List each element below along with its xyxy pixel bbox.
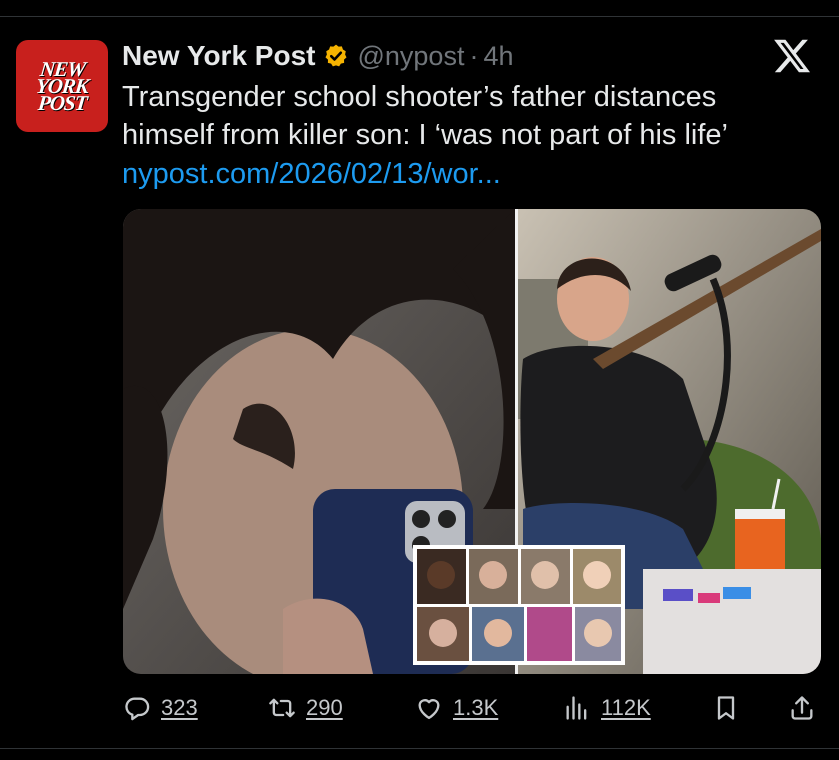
post-link[interactable]: nypost.com/2026/02/13/wor...: [122, 155, 501, 193]
repost-icon: [269, 698, 295, 718]
separator-dot: ·: [469, 40, 479, 71]
reply-count: 323: [161, 695, 198, 720]
repost-count: 290: [306, 695, 343, 720]
bookmark-button[interactable]: [712, 688, 740, 728]
share-button[interactable]: [788, 688, 816, 728]
views-button[interactable]: 112K: [563, 688, 651, 728]
heart-icon: [418, 699, 440, 720]
post-time[interactable]: 4h: [483, 41, 513, 72]
reply-button[interactable]: 323: [123, 688, 198, 728]
x-logo-icon: [774, 39, 811, 73]
action-bar: 323 290 1.3K 112K: [0, 688, 839, 728]
display-name[interactable]: New York Post: [122, 40, 315, 72]
views-chart-icon: [566, 696, 587, 720]
reply-icon: [125, 697, 150, 721]
avatar[interactable]: NEW YORK POST: [16, 40, 108, 132]
verified-badge-icon[interactable]: [323, 43, 349, 69]
post-text-line-2: himself from killer son: I ‘was not part…: [122, 119, 728, 151]
repost-button[interactable]: 290: [268, 688, 343, 728]
inset-photo-grid: [413, 545, 625, 665]
bottom-divider: [0, 748, 839, 749]
top-divider: [0, 16, 839, 17]
like-button[interactable]: 1.3K: [415, 688, 498, 728]
media-composite-photo: [123, 209, 821, 674]
like-count: 1.3K: [453, 695, 499, 720]
post-media-image[interactable]: [123, 209, 821, 674]
post-header: New York Post @nypost · 4h: [122, 38, 514, 74]
user-handle[interactable]: @nypost: [357, 41, 464, 72]
post-text-line-1: Transgender school shooter’s father dist…: [122, 81, 717, 113]
post-text: Transgender school shooter’s father dist…: [122, 78, 812, 154]
views-count: 112K: [601, 695, 651, 720]
bookmark-icon: [717, 696, 735, 720]
share-icon: [791, 696, 813, 720]
avatar-text-line-3: POST: [36, 90, 88, 115]
